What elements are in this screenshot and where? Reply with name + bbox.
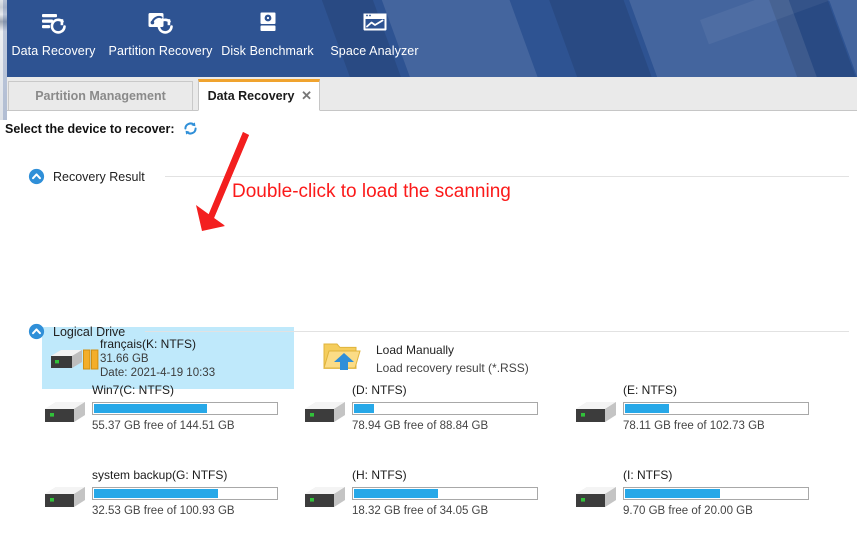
- hard-drive-icon: [569, 381, 623, 425]
- background-window-edge: [0, 0, 7, 120]
- section-divider: [164, 176, 849, 177]
- drive-info: system backup(G: NTFS) 32.53 GB free of …: [92, 466, 278, 517]
- close-icon[interactable]: ✕: [301, 89, 312, 102]
- toolbar-item-data-recovery[interactable]: Data Recovery: [0, 0, 107, 58]
- drive-usage-bar: [92, 402, 278, 415]
- drive-name: (H: NTFS): [352, 468, 407, 482]
- drive-cell-h[interactable]: (H: NTFS) 18.32 GB free of 34.05 GB: [270, 454, 540, 539]
- drive-name: Win7(C: NTFS): [92, 383, 174, 397]
- toolbar-items: Data Recovery Partition Recovery Disk Be…: [0, 0, 428, 77]
- drive-usage-fill: [625, 404, 669, 413]
- drive-usage-bar: [92, 487, 278, 500]
- chevron-up-circle-icon[interactable]: [28, 323, 45, 340]
- main-content: Select the device to recover: Recovery R…: [0, 111, 857, 553]
- refresh-icon[interactable]: [182, 120, 199, 137]
- section-title: Recovery Result: [53, 169, 145, 184]
- drive-usage-bar: [623, 402, 809, 415]
- drive-info: (I: NTFS) 9.70 GB free of 20.00 GB: [623, 466, 809, 517]
- select-device-row: Select the device to recover:: [5, 120, 199, 137]
- drive-cell-e[interactable]: (E: NTFS) 78.11 GB free of 102.73 GB: [540, 369, 810, 454]
- drive-usage-bar: [352, 402, 538, 415]
- hard-drive-icon: [298, 466, 352, 510]
- tab-data-recovery[interactable]: Data Recovery ✕: [198, 79, 320, 111]
- toolbar-item-partition-recovery[interactable]: Partition Recovery: [107, 0, 214, 58]
- drive-cell-d[interactable]: (D: NTFS) 78.94 GB free of 88.84 GB: [270, 369, 540, 454]
- drive-free-space: 9.70 GB free of 20.00 GB: [623, 505, 753, 517]
- toolbar-item-label: Disk Benchmark: [221, 44, 314, 58]
- tab-label: Data Recovery: [207, 89, 295, 103]
- chevron-up-circle-icon[interactable]: [28, 168, 45, 185]
- toolbar-item-label: Space Analyzer: [330, 44, 419, 58]
- section-header: Logical Drive: [0, 323, 857, 340]
- space-analyzer-icon: [360, 9, 390, 39]
- drive-info: (D: NTFS) 78.94 GB free of 88.84 GB: [352, 381, 538, 432]
- toolbar-item-space-analyzer[interactable]: Space Analyzer: [321, 0, 428, 58]
- drive-row: Win7(C: NTFS) 55.37 GB free of 144.51 GB: [0, 369, 857, 454]
- data-recovery-icon: [39, 9, 69, 39]
- hard-drive-icon: [38, 466, 92, 510]
- section-divider: [145, 331, 849, 332]
- drive-usage-fill: [94, 489, 218, 498]
- drive-usage-fill: [94, 404, 207, 413]
- drive-free-space: 18.32 GB free of 34.05 GB: [352, 505, 489, 517]
- app-window: Data Recovery Partition Recovery Disk Be…: [0, 0, 857, 553]
- drive-cell-g[interactable]: system backup(G: NTFS) 32.53 GB free of …: [0, 454, 278, 539]
- load-manually-title: Load Manually: [376, 343, 455, 357]
- drive-name: system backup(G: NTFS): [92, 468, 228, 482]
- drive-free-space: 78.94 GB free of 88.84 GB: [352, 420, 489, 432]
- recovery-item-size: 31.66 GB: [100, 353, 149, 365]
- hard-drive-icon: [298, 381, 352, 425]
- tab-partition-management[interactable]: Partition Management: [8, 81, 193, 110]
- drive-free-space: 32.53 GB free of 100.93 GB: [92, 505, 235, 517]
- drive-usage-fill: [354, 404, 375, 413]
- drive-usage-fill: [625, 489, 720, 498]
- toolbar-item-label: Partition Recovery: [108, 44, 213, 58]
- annotation-text: Double-click to load the scanning: [232, 181, 511, 202]
- section-logical-drive: Logical Drive: [0, 323, 857, 340]
- drive-usage-fill: [354, 489, 438, 498]
- drive-cell-i[interactable]: (I: NTFS) 9.70 GB free of 20.00 GB: [540, 454, 810, 539]
- disk-benchmark-icon: [253, 9, 283, 39]
- drive-free-space: 78.11 GB free of 102.73 GB: [623, 420, 765, 432]
- tab-bar: Partition Management Data Recovery ✕: [0, 77, 857, 111]
- drive-usage-bar: [623, 487, 809, 500]
- drive-name: (I: NTFS): [623, 468, 673, 482]
- logical-drive-grid: Win7(C: NTFS) 55.37 GB free of 144.51 GB: [0, 369, 857, 539]
- drive-info: Win7(C: NTFS) 55.37 GB free of 144.51 GB: [92, 381, 278, 432]
- drive-row: system backup(G: NTFS) 32.53 GB free of …: [0, 454, 857, 539]
- hard-drive-icon: [569, 466, 623, 510]
- hard-drive-icon: [38, 381, 92, 425]
- toolbar-item-label: Data Recovery: [11, 44, 96, 58]
- drive-free-space: 55.37 GB free of 144.51 GB: [92, 420, 235, 432]
- drive-name: (D: NTFS): [352, 383, 407, 397]
- select-device-label: Select the device to recover:: [5, 121, 175, 136]
- drive-name: (E: NTFS): [623, 383, 677, 397]
- drive-usage-bar: [352, 487, 538, 500]
- top-toolbar: Data Recovery Partition Recovery Disk Be…: [0, 0, 857, 77]
- partition-recovery-icon: [146, 9, 176, 39]
- toolbar-item-disk-benchmark[interactable]: Disk Benchmark: [214, 0, 321, 58]
- section-title: Logical Drive: [53, 324, 126, 339]
- drive-cell-c[interactable]: Win7(C: NTFS) 55.37 GB free of 144.51 GB: [0, 369, 278, 454]
- drive-info: (E: NTFS) 78.11 GB free of 102.73 GB: [623, 381, 809, 432]
- drive-info: (H: NTFS) 18.32 GB free of 34.05 GB: [352, 466, 538, 517]
- tab-label: Partition Management: [35, 89, 166, 103]
